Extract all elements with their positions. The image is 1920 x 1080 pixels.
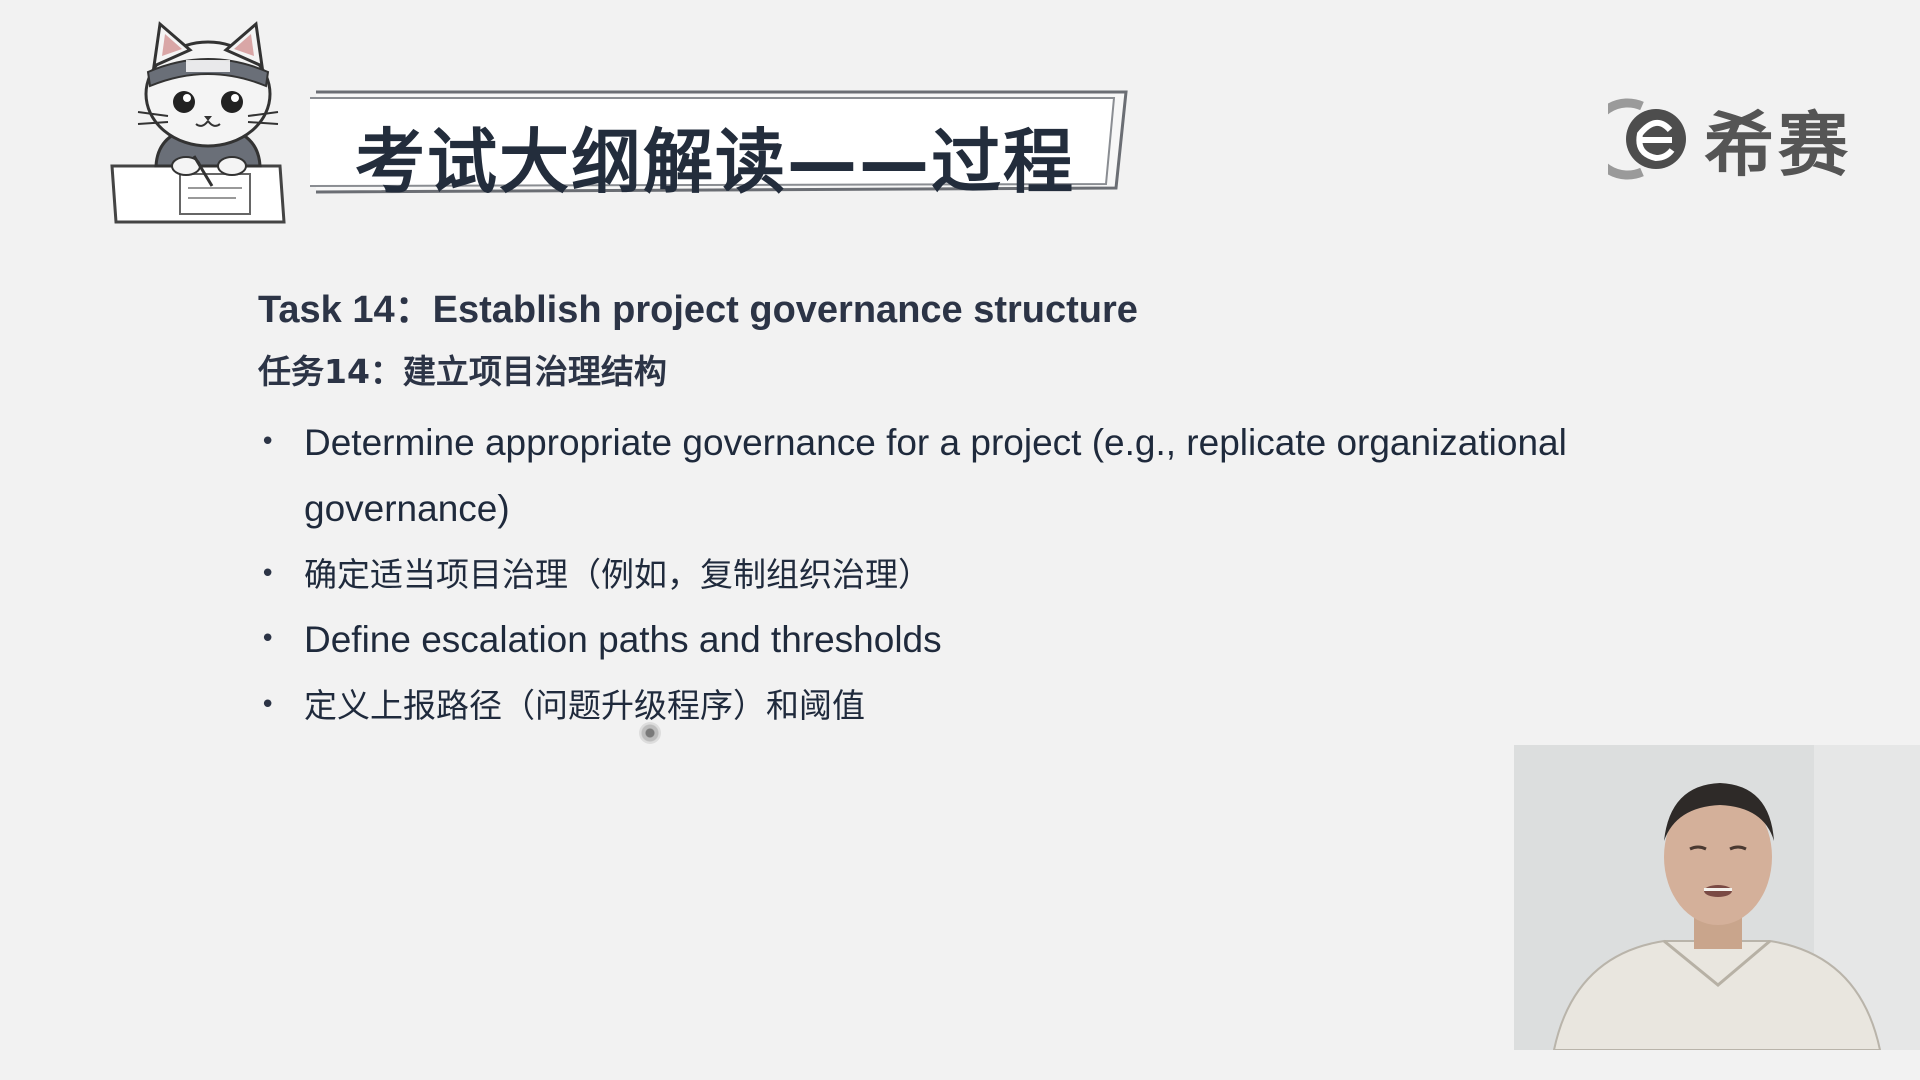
list-item: • Define escalation paths and thresholds — [258, 607, 1658, 673]
bullet-text: Define escalation paths and thresholds — [304, 619, 942, 660]
brand-logo: 希赛 — [1608, 96, 1852, 186]
xisai-e-logo-icon — [1608, 98, 1686, 180]
bullet-icon: • — [260, 427, 276, 457]
list-item: • Determine appropriate governance for a… — [258, 410, 1658, 542]
bullet-icon: • — [260, 690, 276, 720]
brand-name: 希赛 — [1704, 103, 1852, 186]
bullet-text: Determine appropriate governance for a p… — [304, 422, 1567, 529]
header-banner: 考试大纲解读——过程 — [310, 88, 1130, 203]
bullet-list: • Determine appropriate governance for a… — [258, 410, 1658, 738]
page-title: 考试大纲解读——过程 — [355, 121, 1075, 203]
list-item: • 确定适当项目治理（例如，复制组织治理） — [258, 542, 1658, 607]
bullet-text: 定义上报路径（问题升级程序）和阈值 — [304, 686, 865, 725]
task-title-en: Task 14：Establish project governance str… — [258, 289, 1138, 331]
cat-mascot-icon — [108, 16, 328, 224]
bullet-icon: • — [260, 624, 276, 654]
task-title-zh: 任务14：建立项目治理结构 — [258, 352, 667, 391]
list-item: • 定义上报路径（问题升级程序）和阈值 — [258, 673, 1658, 738]
presenter-webcam — [1514, 745, 1920, 1050]
bullet-icon: • — [260, 559, 276, 589]
mouse-cursor-icon — [639, 722, 661, 744]
bullet-text: 确定适当项目治理（例如，复制组织治理） — [304, 555, 931, 594]
slide-canvas: 考试大纲解读——过程 希赛 Task 14：Establish project … — [0, 0, 1920, 1080]
slide-content: Task 14：Establish project governance str… — [258, 280, 1658, 738]
